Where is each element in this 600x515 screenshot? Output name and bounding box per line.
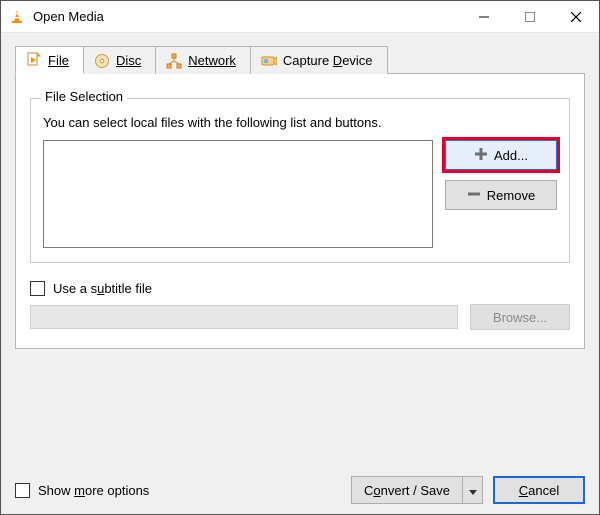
minimize-button[interactable] xyxy=(461,1,507,33)
tab-capture-device[interactable]: Capture Device xyxy=(250,46,388,74)
file-list[interactable] xyxy=(43,140,433,248)
subtitle-checkbox-label: Use a subtitle file xyxy=(53,281,152,296)
close-button[interactable] xyxy=(553,1,599,33)
vlc-cone-icon xyxy=(9,9,25,25)
tab-file[interactable]: File xyxy=(15,46,84,74)
cancel-button[interactable]: Cancel xyxy=(493,476,585,504)
show-more-label: Show more options xyxy=(38,483,149,498)
subtitle-checkbox[interactable] xyxy=(30,281,45,296)
capture-device-icon xyxy=(261,53,277,69)
maximize-button[interactable] xyxy=(507,1,553,33)
convert-save-button[interactable]: Convert / Save xyxy=(351,476,483,504)
convert-save-main[interactable]: Convert / Save xyxy=(351,476,463,504)
show-more-options[interactable]: Show more options xyxy=(15,483,149,498)
network-icon xyxy=(166,53,182,69)
file-selection-group: File Selection You can select local file… xyxy=(30,98,570,263)
convert-save-dropdown[interactable] xyxy=(463,476,483,504)
remove-button[interactable]: Remove xyxy=(445,180,557,210)
disc-icon xyxy=(94,53,110,69)
browse-button: Browse... xyxy=(470,304,570,330)
show-more-checkbox[interactable] xyxy=(15,483,30,498)
titlebar: Open Media xyxy=(1,1,599,33)
cancel-button-label: Cancel xyxy=(519,483,559,498)
tab-strip: File Disc Network Capture Device xyxy=(15,43,585,73)
file-selection-title: File Selection xyxy=(41,89,127,104)
minus-icon xyxy=(467,187,481,204)
tab-network-label: Network xyxy=(188,53,236,68)
tab-disc-label: Disc xyxy=(116,53,141,68)
dialog-content: File Disc Network Capture Device xyxy=(1,33,599,514)
file-icon xyxy=(26,52,42,68)
subtitle-row: Use a subtitle file xyxy=(30,281,570,296)
add-button-label: Add... xyxy=(494,148,528,163)
open-media-window: Open Media File Disc xyxy=(0,0,600,515)
plus-icon xyxy=(474,147,488,164)
remove-button-label: Remove xyxy=(487,188,535,203)
dialog-footer: Show more options Convert / Save Cancel xyxy=(15,464,585,504)
browse-button-label: Browse... xyxy=(493,310,547,325)
tab-capture-label: Capture Device xyxy=(283,53,373,68)
tab-panel-file: File Selection You can select local file… xyxy=(15,73,585,349)
add-button[interactable]: Add... xyxy=(445,140,557,170)
tab-file-label: File xyxy=(48,53,69,68)
chevron-down-icon xyxy=(469,483,477,498)
window-title: Open Media xyxy=(33,9,104,24)
convert-save-label: Convert / Save xyxy=(364,483,450,498)
file-selection-help: You can select local files with the foll… xyxy=(43,115,557,130)
tab-network[interactable]: Network xyxy=(155,46,251,74)
tab-disc[interactable]: Disc xyxy=(83,46,156,74)
subtitle-path-field xyxy=(30,305,458,329)
